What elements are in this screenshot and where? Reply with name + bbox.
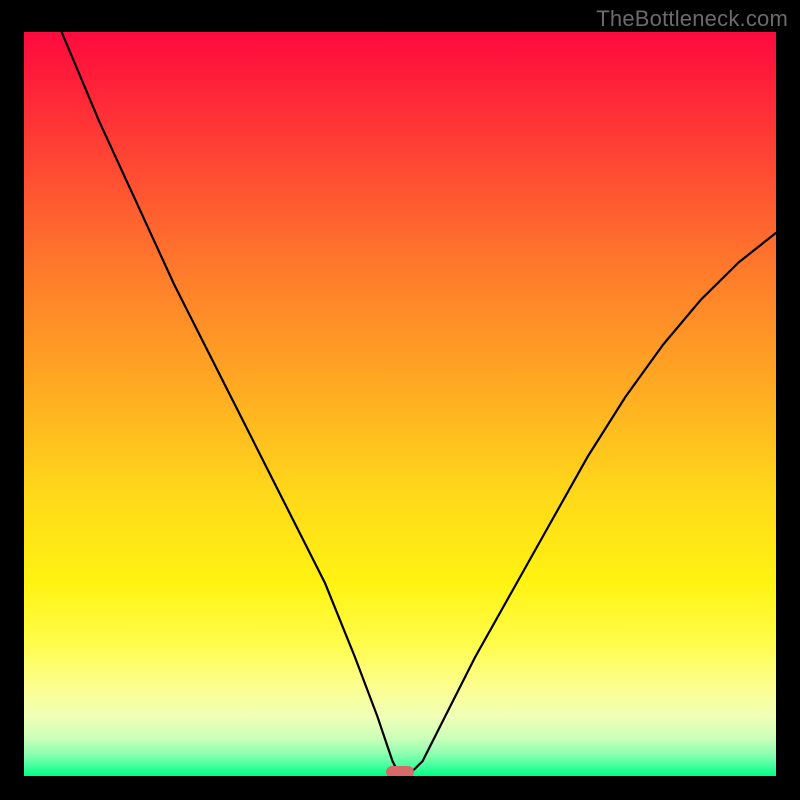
bottleneck-curve (62, 32, 776, 776)
optimal-point-marker (386, 766, 414, 776)
curve-layer (24, 32, 776, 776)
plot-area (24, 32, 776, 776)
watermark-text: TheBottleneck.com (596, 6, 788, 32)
chart-container: TheBottleneck.com (0, 0, 800, 800)
